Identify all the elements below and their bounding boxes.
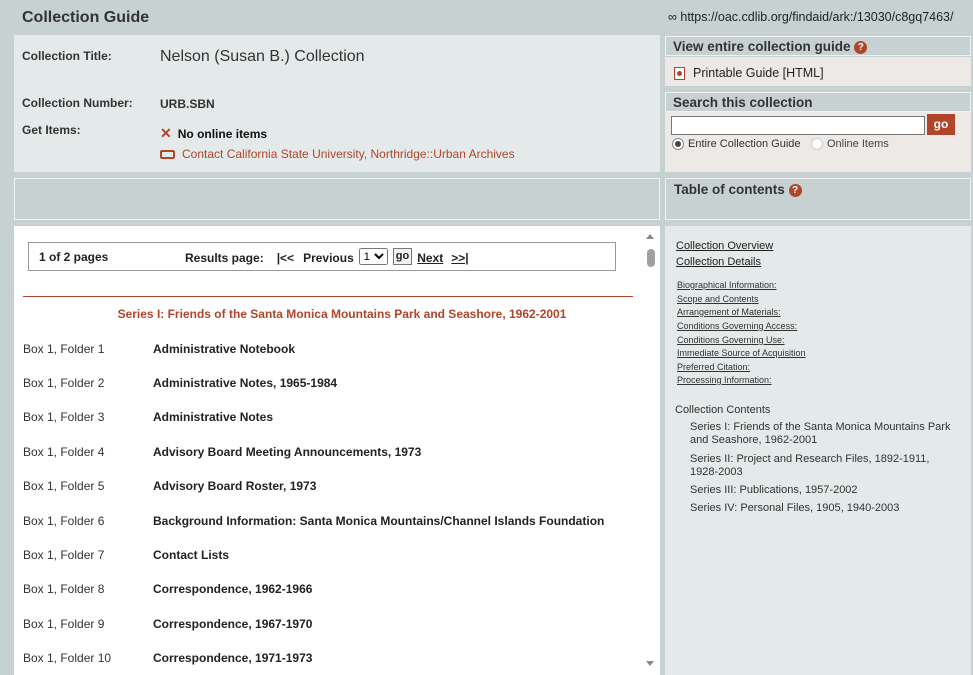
- search-input[interactable]: [671, 116, 925, 135]
- no-online-items-text: No online items: [177, 126, 268, 141]
- search-panel: go Entire Collection Guide Online Items: [665, 112, 971, 172]
- folder-title: Correspondence, 1962-1966: [153, 582, 313, 596]
- toc-sublink[interactable]: Preferred Citation:: [677, 362, 750, 372]
- series-heading: Series I: Friends of the Santa Monica Mo…: [117, 307, 567, 321]
- folder-location: Box 1, Folder 5: [23, 479, 105, 493]
- toc-header: Table of contents ?: [665, 178, 971, 220]
- collection-title-value: Nelson (Susan B.) Collection: [160, 48, 365, 65]
- radio-entire-guide[interactable]: Entire Collection Guide: [672, 138, 801, 150]
- radio-entire-guide-button[interactable]: [672, 138, 684, 150]
- folder-title: Administrative Notes, 1965-1984: [153, 376, 338, 390]
- collection-contents-panel[interactable]: 1 of 2 pages Results page: |<< Previous …: [14, 226, 660, 675]
- scroll-down-arrow[interactable]: [646, 661, 654, 666]
- last-page-link[interactable]: >>|: [451, 251, 468, 265]
- toc-sublink[interactable]: Processing Information:: [677, 375, 772, 385]
- view-guide-header: View entire collection guide ?: [665, 36, 971, 56]
- view-guide-title: View entire collection guide: [673, 39, 851, 54]
- page-go-button[interactable]: go: [392, 248, 413, 265]
- toc-title: Table of contents: [674, 182, 785, 197]
- contact-archive-text[interactable]: Contact California State University, Nor…: [182, 147, 515, 161]
- results-page-label: Results page:: [185, 250, 264, 265]
- collection-meta-panel: Collection Title: Nelson (Susan B.) Coll…: [14, 35, 660, 172]
- folder-location: Box 1, Folder 1: [23, 342, 105, 356]
- contact-archive-link[interactable]: Contact California State University, Nor…: [160, 147, 515, 161]
- scroll-up-arrow[interactable]: [646, 234, 654, 239]
- radio-entire-guide-label: Entire Collection Guide: [688, 138, 801, 150]
- printable-guide-text[interactable]: Printable Guide [HTML]: [693, 66, 824, 80]
- folder-location: Box 1, Folder 3: [23, 410, 105, 424]
- folder-location: Box 1, Folder 8: [23, 582, 105, 596]
- folder-title: Advisory Board Meeting Announcements, 19…: [153, 445, 422, 459]
- collection-number-label: Collection Number:: [22, 96, 133, 110]
- get-items-label: Get Items:: [22, 123, 81, 137]
- printable-guide-link[interactable]: Printable Guide [HTML]: [674, 66, 824, 80]
- previous-page-link[interactable]: Previous: [303, 251, 354, 265]
- folder-title: Correspondence, 1967-1970: [153, 617, 313, 631]
- toc-sublink[interactable]: Conditions Governing Access:: [677, 321, 797, 331]
- delivery-truck-icon: [160, 149, 175, 159]
- toc-sublink[interactable]: Scope and Contents: [677, 294, 759, 304]
- content-toolbar: [14, 178, 660, 220]
- collection-contents-label: Collection Contents: [675, 404, 771, 416]
- folder-title: Background Information: Santa Monica Mou…: [153, 514, 605, 528]
- radio-online-items-label: Online Items: [827, 138, 889, 150]
- series-divider: [23, 296, 633, 297]
- collection-title-label: Collection Title:: [22, 49, 112, 63]
- toc-sublink[interactable]: Immediate Source of Acquisition: [677, 348, 806, 358]
- folder-title: Correspondence, 1971-1973: [153, 651, 313, 665]
- first-page-link[interactable]: |<<: [277, 251, 294, 265]
- folder-title: Administrative Notebook: [153, 342, 296, 356]
- folder-location: Box 1, Folder 10: [23, 651, 112, 665]
- search-title: Search this collection: [673, 95, 813, 110]
- scrollbar-thumb[interactable]: [647, 249, 655, 267]
- help-icon[interactable]: ?: [788, 184, 802, 197]
- folder-location: Box 1, Folder 2: [23, 376, 105, 390]
- toc-link-details[interactable]: Collection Details: [676, 256, 761, 268]
- next-page-link[interactable]: Next: [417, 251, 443, 265]
- no-items-icon: ✕: [160, 125, 172, 141]
- view-guide-panel: Printable Guide [HTML]: [665, 57, 971, 86]
- pagination-bar: 1 of 2 pages Results page: |<< Previous …: [28, 242, 616, 271]
- page-select[interactable]: 1: [358, 248, 388, 265]
- toc-series-link[interactable]: Series II: Project and Research Files, 1…: [690, 453, 960, 479]
- search-go-button[interactable]: go: [927, 114, 955, 135]
- folder-location: Box 1, Folder 9: [23, 617, 105, 631]
- document-icon: [674, 66, 685, 80]
- toc-panel: Collection Overview Collection Details B…: [665, 226, 971, 675]
- search-header: Search this collection: [665, 92, 971, 112]
- folder-title: Contact Lists: [153, 548, 230, 562]
- folder-title: Administrative Notes: [153, 410, 274, 424]
- toc-series-link[interactable]: Series III: Publications, 1957-2002: [690, 484, 960, 497]
- radio-online-items-button[interactable]: [811, 138, 823, 150]
- folder-location: Box 1, Folder 6: [23, 514, 105, 528]
- collection-number-value: URB.SBN: [160, 97, 215, 111]
- page-count: 1 of 2 pages: [39, 250, 109, 264]
- page-title: Collection Guide: [22, 9, 150, 26]
- folder-location: Box 1, Folder 4: [23, 445, 105, 459]
- toc-link-overview[interactable]: Collection Overview: [676, 240, 773, 252]
- radio-online-items[interactable]: Online Items: [811, 138, 889, 150]
- folder-title: Advisory Board Roster, 1973: [153, 479, 317, 493]
- results-nav: Results page: |<< Previous 1 go Next >>|: [185, 248, 469, 265]
- toc-sublink[interactable]: Biographical Information:: [677, 280, 777, 290]
- toc-sublink[interactable]: Conditions Governing Use:: [677, 335, 785, 345]
- toc-series-link[interactable]: Series IV: Personal Files, 1905, 1940-20…: [690, 502, 960, 515]
- permalink-url[interactable]: ∞ https://oac.cdlib.org/findaid/ark:/130…: [668, 10, 954, 24]
- toc-series-link[interactable]: Series I: Friends of the Santa Monica Mo…: [690, 421, 960, 447]
- no-online-items: ✕ No online items: [160, 125, 267, 142]
- folder-location: Box 1, Folder 7: [23, 548, 105, 562]
- toc-sublink[interactable]: Arrangement of Materials:: [677, 307, 781, 317]
- help-icon[interactable]: ?: [854, 41, 868, 54]
